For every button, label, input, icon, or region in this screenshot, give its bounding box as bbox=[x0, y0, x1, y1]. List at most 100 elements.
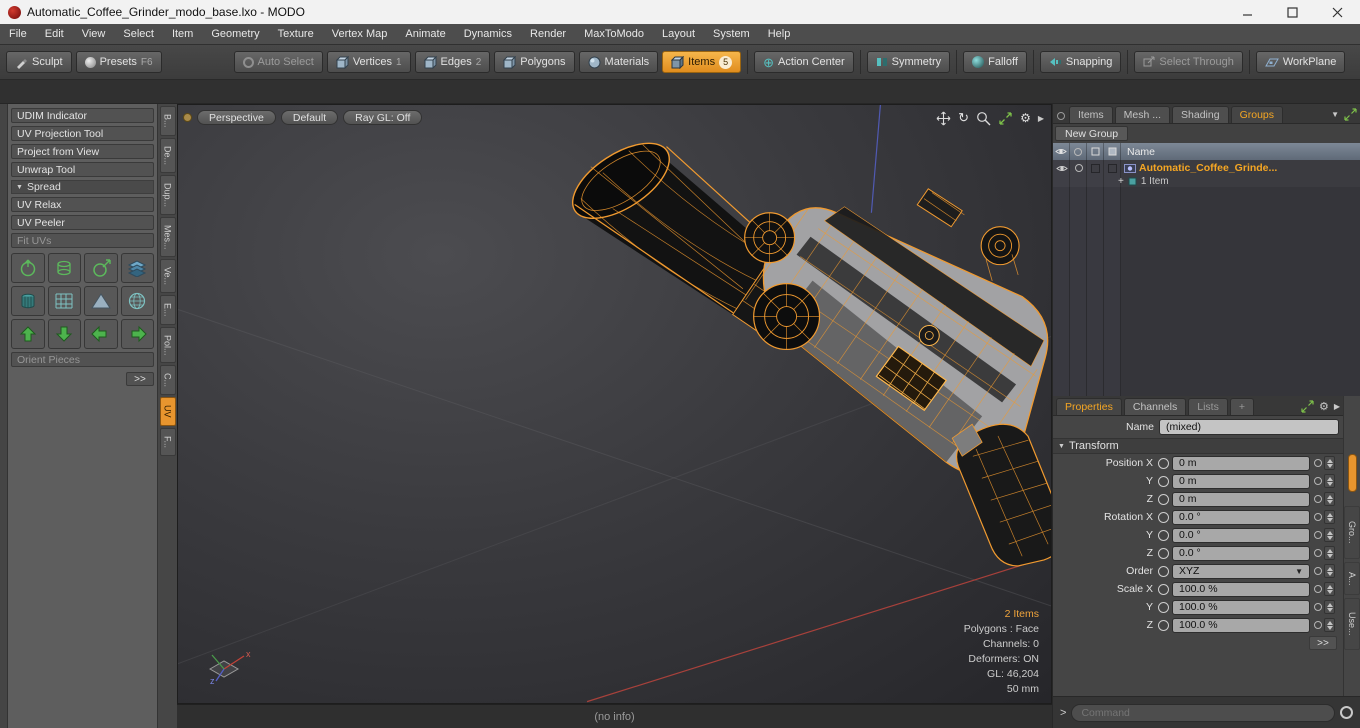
panel-settings-gear-icon[interactable]: ⚙ bbox=[1319, 400, 1329, 413]
unwrap-tool-button[interactable]: Unwrap Tool bbox=[11, 162, 154, 177]
sphere-project-button[interactable] bbox=[120, 286, 154, 316]
properties-more-button[interactable]: >> bbox=[1309, 636, 1337, 650]
mini-knob-icon[interactable] bbox=[1314, 513, 1322, 521]
mini-knob-icon[interactable] bbox=[1314, 567, 1322, 575]
side-tab-assembly[interactable]: A... bbox=[1344, 561, 1360, 596]
tab-shading[interactable]: Shading bbox=[1172, 106, 1229, 123]
transform-section-header[interactable]: ▼ Transform bbox=[1053, 438, 1343, 454]
value-spinner[interactable] bbox=[1324, 564, 1335, 578]
vertices-mode-button[interactable]: Vertices 1 bbox=[326, 51, 411, 73]
tab-groups[interactable]: Groups bbox=[1230, 106, 1284, 123]
value-spinner[interactable] bbox=[1324, 582, 1335, 596]
filter-column-header[interactable] bbox=[1104, 143, 1121, 160]
left-edge-strip[interactable] bbox=[0, 104, 8, 728]
view-mode-dropdown[interactable]: Perspective bbox=[197, 110, 276, 125]
orient-pieces-button[interactable]: Orient Pieces bbox=[11, 352, 154, 367]
rotation-y-input[interactable] bbox=[1172, 527, 1310, 543]
polygons-mode-button[interactable]: Polygons bbox=[494, 51, 575, 73]
uv-peeler-button[interactable]: UV Peeler bbox=[11, 215, 154, 230]
new-group-button[interactable]: New Group bbox=[1055, 126, 1129, 141]
menu-layout[interactable]: Layout bbox=[653, 24, 704, 44]
lock-column-header[interactable] bbox=[1087, 143, 1104, 160]
viewport-handle-icon[interactable] bbox=[183, 113, 192, 122]
edges-mode-button[interactable]: Edges 2 bbox=[414, 51, 491, 73]
position-x-input[interactable] bbox=[1172, 455, 1310, 471]
channel-ring-icon[interactable] bbox=[1158, 619, 1169, 631]
value-spinner[interactable] bbox=[1324, 474, 1335, 488]
panel-flyout-icon[interactable]: ▶ bbox=[1334, 402, 1340, 411]
vtab-vertex[interactable]: Ve... bbox=[159, 259, 176, 294]
fit-uvs-button[interactable]: Fit UVs bbox=[11, 233, 154, 248]
channel-ring-icon[interactable] bbox=[1158, 529, 1169, 541]
group-list-row[interactable]: Automatic_Coffee_Grinde... + 1 Item bbox=[1053, 160, 1360, 187]
render-toggle[interactable] bbox=[1070, 162, 1087, 187]
falloff-button[interactable]: Falloff bbox=[963, 51, 1027, 73]
symmetry-button[interactable]: Symmetry bbox=[866, 51, 951, 73]
menu-vertex-map[interactable]: Vertex Map bbox=[323, 24, 397, 44]
vtab-curves[interactable]: C... bbox=[159, 365, 176, 396]
side-tab-groups[interactable]: Gro... bbox=[1344, 506, 1360, 559]
visibility-column-header[interactable] bbox=[1053, 143, 1070, 160]
scale-x-input[interactable] bbox=[1172, 581, 1310, 597]
rotate-icon[interactable]: ↻ bbox=[958, 110, 969, 126]
tab-mesh-ops[interactable]: Mesh ... bbox=[1114, 106, 1171, 123]
select-through-button[interactable]: Select Through bbox=[1134, 51, 1243, 73]
move-down-button[interactable] bbox=[47, 319, 81, 349]
lock-toggle[interactable] bbox=[1087, 162, 1104, 187]
move-up-button[interactable] bbox=[11, 319, 45, 349]
side-tab-user[interactable]: Use... bbox=[1344, 598, 1360, 650]
menu-dynamics[interactable]: Dynamics bbox=[455, 24, 521, 44]
command-input[interactable] bbox=[1071, 703, 1335, 722]
project-from-view-button[interactable]: Project from View bbox=[11, 144, 154, 159]
viewport-flyout-icon[interactable]: ▶ bbox=[1038, 114, 1044, 123]
render-column-header[interactable] bbox=[1070, 143, 1087, 160]
minimize-button[interactable] bbox=[1225, 0, 1270, 24]
menu-animate[interactable]: Animate bbox=[396, 24, 454, 44]
value-spinner[interactable] bbox=[1324, 600, 1335, 614]
viewport-3d[interactable]: Perspective Default Ray GL: Off ↻ ⚙ ▶ 2 … bbox=[177, 104, 1052, 704]
close-button[interactable] bbox=[1315, 0, 1360, 24]
vtab-uv[interactable]: UV bbox=[159, 397, 176, 426]
zoom-icon[interactable] bbox=[976, 111, 991, 126]
scale-y-input[interactable] bbox=[1172, 599, 1310, 615]
expand-panel-icon[interactable] bbox=[1344, 108, 1357, 121]
uv-relax-button[interactable]: UV Relax bbox=[11, 197, 154, 212]
snapping-button[interactable]: Snapping bbox=[1039, 51, 1122, 73]
position-z-input[interactable] bbox=[1172, 491, 1310, 507]
channel-ring-icon[interactable] bbox=[1158, 493, 1169, 505]
shading-mode-dropdown[interactable]: Default bbox=[280, 110, 339, 125]
udim-indicator-button[interactable]: UDIM Indicator bbox=[11, 108, 154, 123]
command-history-icon[interactable] bbox=[1340, 706, 1353, 719]
tab-add[interactable]: + bbox=[1229, 398, 1254, 415]
auto-select-button[interactable]: Auto Select bbox=[233, 51, 323, 73]
menu-geometry[interactable]: Geometry bbox=[202, 24, 268, 44]
menu-help[interactable]: Help bbox=[759, 24, 800, 44]
value-spinner[interactable] bbox=[1324, 510, 1335, 524]
sidebar-more-button[interactable]: >> bbox=[126, 372, 154, 386]
items-mode-button[interactable]: Items 5 bbox=[662, 51, 742, 73]
value-spinner[interactable] bbox=[1324, 528, 1335, 542]
vtab-edge[interactable]: E... bbox=[159, 295, 176, 325]
value-spinner[interactable] bbox=[1324, 618, 1335, 632]
rotation-x-input[interactable] bbox=[1172, 509, 1310, 525]
menu-select[interactable]: Select bbox=[114, 24, 163, 44]
menu-edit[interactable]: Edit bbox=[36, 24, 73, 44]
panel-dot-icon[interactable] bbox=[1057, 112, 1065, 120]
vtab-falloff[interactable]: F... bbox=[159, 427, 176, 456]
channel-ring-icon[interactable] bbox=[1158, 457, 1169, 469]
presets-button[interactable]: Presets F6 bbox=[75, 51, 162, 73]
sphere-relax-tool-button[interactable] bbox=[11, 253, 45, 283]
mini-knob-icon[interactable] bbox=[1314, 585, 1322, 593]
mini-knob-icon[interactable] bbox=[1314, 603, 1322, 611]
sphere-unwrap-tool-button[interactable] bbox=[84, 253, 118, 283]
planar-project-button[interactable] bbox=[47, 286, 81, 316]
rotation-z-input[interactable] bbox=[1172, 545, 1310, 561]
vtab-duplicate[interactable]: Dup... bbox=[159, 174, 176, 215]
scrollbar-thumb[interactable] bbox=[1347, 454, 1357, 492]
mini-knob-icon[interactable] bbox=[1314, 621, 1322, 629]
vtab-polygon[interactable]: Pol... bbox=[159, 326, 176, 364]
expand-toggle[interactable]: + bbox=[1118, 176, 1124, 187]
workplane-button[interactable]: WorkPlane bbox=[1255, 51, 1346, 73]
action-center-button[interactable]: ⊕ Action Center bbox=[754, 51, 854, 73]
viewport-settings-gear-icon[interactable]: ⚙ bbox=[1020, 111, 1031, 125]
